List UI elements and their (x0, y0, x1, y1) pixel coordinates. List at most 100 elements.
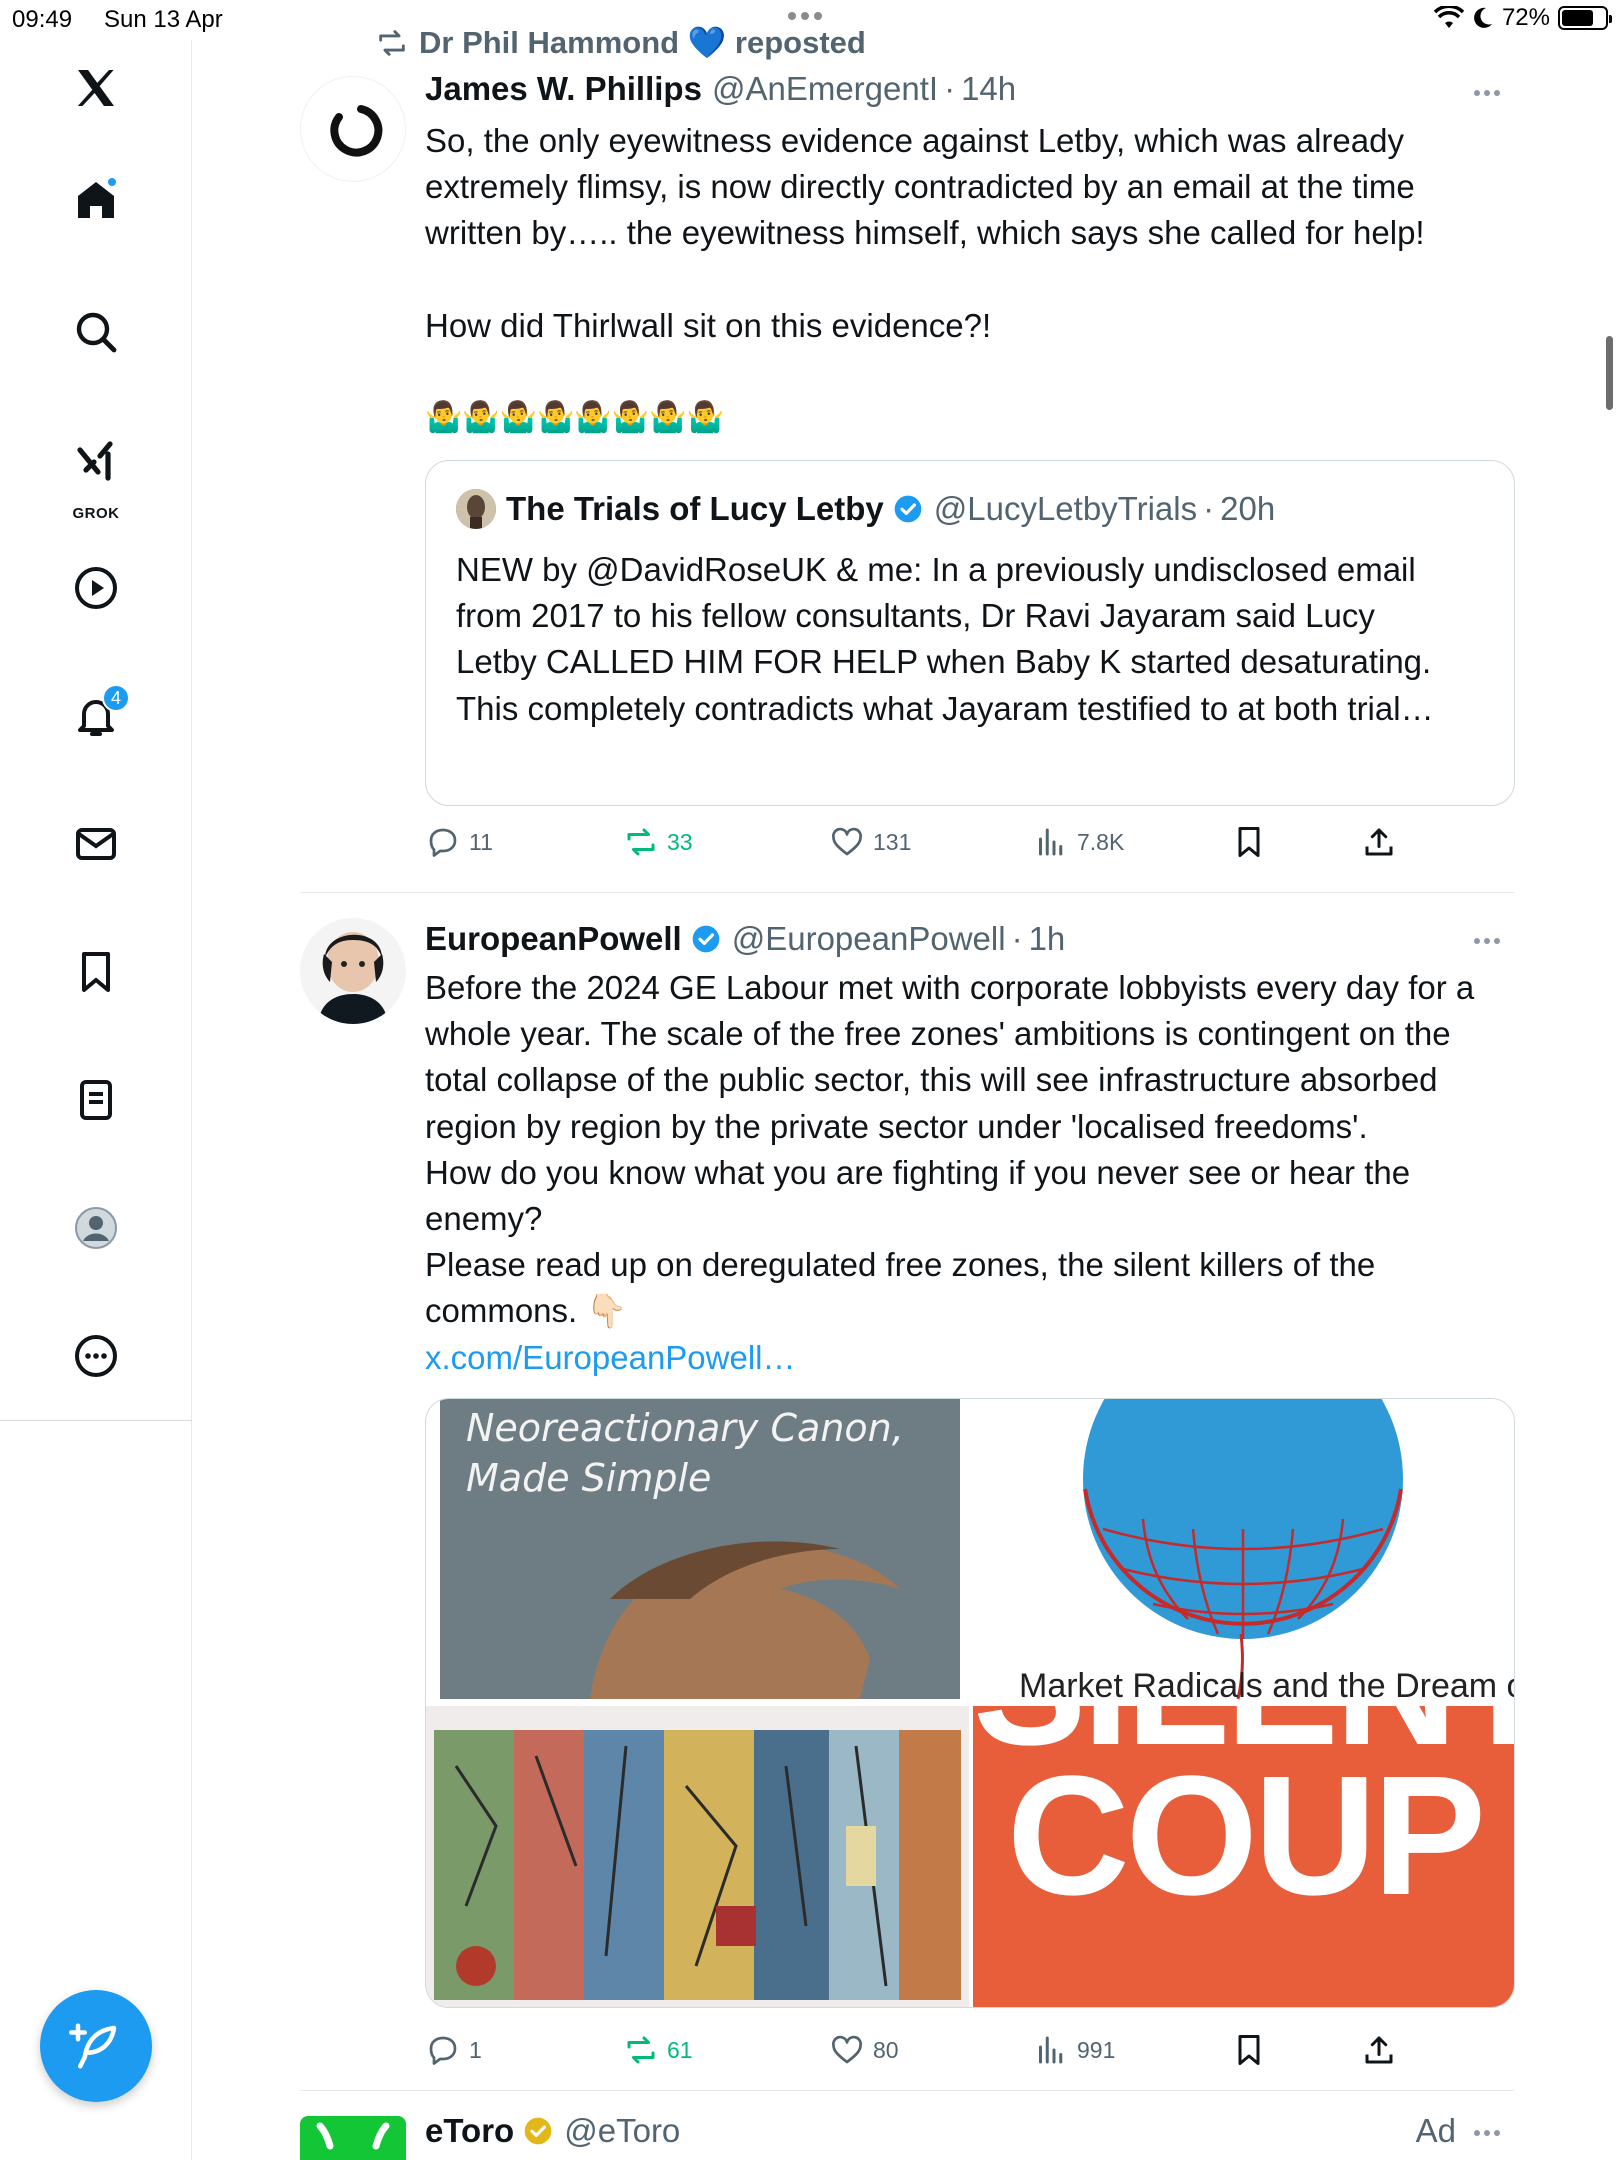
sidebar-item-messages[interactable] (60, 808, 132, 880)
views-count: 991 (1077, 2036, 1116, 2063)
bookmark-icon (82, 952, 110, 992)
repost-button[interactable]: 33 (623, 824, 693, 860)
verified-badge-icon (692, 925, 720, 953)
tweet-text-line: whole year. The scale of the free zones'… (425, 1015, 1451, 1053)
sidebar-item-bookmarks[interactable] (60, 936, 132, 1008)
sidebar-item-profile[interactable] (60, 1192, 132, 1264)
reply-icon (429, 828, 457, 857)
battery-icon (1558, 6, 1612, 30)
compose-post-button[interactable] (40, 1990, 152, 2102)
reply-button[interactable]: 1 (425, 2032, 482, 2068)
author-handle[interactable]: @AnEmergentI (712, 70, 938, 108)
tweet-text-line: region by region by the private sector u… (425, 1107, 1368, 1145)
compose-feather-icon (69, 2023, 117, 2069)
like-count: 131 (873, 828, 912, 855)
bookmark-icon (1238, 2035, 1260, 2065)
more-options-icon[interactable] (1474, 90, 1500, 96)
dot-separator: · (1203, 490, 1215, 527)
tweet-text-line: written by….. the eyewitness himself, wh… (425, 214, 1425, 252)
reply-icon (429, 2036, 457, 2065)
dot-separator: · (944, 70, 956, 107)
tweet[interactable]: EuropeanPowell @EuropeanPowell · 1h Befo… (300, 892, 1515, 2092)
scrollbar-thumb[interactable] (1606, 336, 1613, 410)
notifications-badge: 4 (102, 684, 130, 712)
avatar[interactable] (300, 2116, 406, 2160)
list-icon (80, 1080, 112, 1120)
author-name[interactable]: eToro (425, 2112, 514, 2150)
author-name[interactable]: EuropeanPowell (425, 920, 682, 958)
media-caption: Neoreactionary Canon, Made Simple (466, 1406, 904, 1500)
share-button[interactable] (1361, 2032, 1397, 2068)
sidebar-item-notifications[interactable]: 4 (60, 680, 132, 752)
quote-text-line: This completely contradicts what Jayaram… (456, 689, 1434, 727)
quote-author-handle[interactable]: @LucyLetbyTrials (934, 490, 1197, 528)
more-options-icon[interactable] (1474, 2130, 1500, 2136)
more-circle-icon (75, 1335, 117, 1377)
avatar[interactable] (300, 76, 406, 182)
avatar[interactable] (300, 918, 406, 1024)
author-name[interactable]: James W. Phillips (425, 70, 702, 108)
shrug-emoji-line: 🤷‍♂️🤷‍♂️🤷‍♂️🤷‍♂️🤷‍♂️🤷‍♂️🤷‍♂️🤷‍♂️ (425, 400, 724, 436)
tweet-text: So, the only eyewitness evidence against… (425, 118, 1515, 441)
tweet[interactable]: James W. Phillips @AnEmergentI · 14h So,… (300, 0, 1515, 890)
repost-button[interactable]: 61 (623, 2032, 693, 2068)
media-image[interactable] (426, 1706, 969, 2007)
quoted-tweet[interactable]: The Trials of Lucy Letby @LucyLetbyTrial… (425, 460, 1515, 806)
sidebar-item-video[interactable] (60, 552, 132, 624)
grok-icon (77, 441, 113, 481)
repost-count: 33 (667, 828, 693, 855)
video-icon (75, 567, 117, 609)
author-handle[interactable]: @eToro (564, 2112, 680, 2150)
sidebar-item-more[interactable] (60, 1320, 132, 1392)
profile-avatar-icon (75, 1207, 117, 1249)
dot-separator: · (1011, 920, 1023, 957)
heart-icon (832, 827, 862, 856)
verified-badge-icon (894, 495, 922, 523)
views-button[interactable]: 991 (1033, 2032, 1115, 2068)
sidebar-item-home[interactable] (60, 164, 132, 236)
like-button[interactable]: 131 (829, 824, 911, 860)
quote-author-name[interactable]: The Trials of Lucy Letby (506, 490, 884, 528)
tweet-text-line: Before the 2024 GE Labour met with corpo… (425, 969, 1475, 1006)
sidebar-item-lists[interactable] (60, 1064, 132, 1136)
bookmark-icon (1238, 827, 1260, 857)
views-bar-chart-icon (1039, 828, 1063, 856)
tweet-text-line: total collapse of the public sector, thi… (425, 1061, 1438, 1099)
share-upload-icon (1365, 2036, 1393, 2064)
share-button[interactable] (1361, 824, 1397, 860)
quote-text-line: NEW by @DavidRoseUK & me: In a previousl… (456, 551, 1416, 588)
reply-button[interactable]: 11 (425, 824, 493, 860)
verified-gold-badge-icon (524, 2117, 552, 2145)
sidebar-divider (0, 1420, 192, 1421)
tweet-ad[interactable]: eToro @eToro Ad (300, 2090, 1514, 2160)
more-options-icon[interactable] (1474, 938, 1500, 944)
tweet-text-line: So, the only eyewitness evidence against… (425, 122, 1404, 159)
media-image[interactable]: Market Radicals and the Dream of (973, 1399, 1515, 1702)
sidebar-item-grok[interactable]: GROK (60, 424, 132, 522)
quote-text-line: Letby CALLED HIM FOR HELP when Baby K st… (456, 643, 1432, 681)
bookmark-button[interactable] (1231, 2032, 1267, 2068)
views-button[interactable]: 7.8K (1033, 824, 1124, 860)
timestamp[interactable]: 1h (1029, 920, 1066, 958)
share-upload-icon (1365, 828, 1393, 856)
timestamp[interactable]: 14h (961, 70, 1016, 108)
views-count: 7.8K (1077, 828, 1125, 855)
bookmark-button[interactable] (1231, 824, 1267, 860)
x-logo-icon[interactable] (60, 52, 132, 124)
search-icon (76, 312, 117, 353)
media-caption: Market Radicals and the Dream of (1019, 1667, 1515, 1702)
media-image[interactable]: Neoreactionary Canon, Made Simple (426, 1399, 969, 1702)
tweet-link[interactable]: x.com/EuropeanPowell… (425, 1335, 1515, 1381)
like-count: 80 (873, 2036, 899, 2063)
like-button[interactable]: 80 (829, 2032, 899, 2068)
media-image[interactable]: SILENT COUP (973, 1706, 1514, 2007)
sidebar-item-search[interactable] (60, 296, 132, 368)
repost-count: 61 (667, 2036, 693, 2063)
quote-timestamp[interactable]: 20h (1220, 490, 1275, 528)
tweet-text-line: enemy? (425, 1200, 543, 1238)
enso-logo-icon (330, 105, 383, 157)
author-handle[interactable]: @EuropeanPowell (732, 920, 1006, 958)
quote-text: NEW by @DavidRoseUK & me: In a previousl… (456, 547, 1496, 732)
reply-count: 1 (469, 2036, 482, 2063)
